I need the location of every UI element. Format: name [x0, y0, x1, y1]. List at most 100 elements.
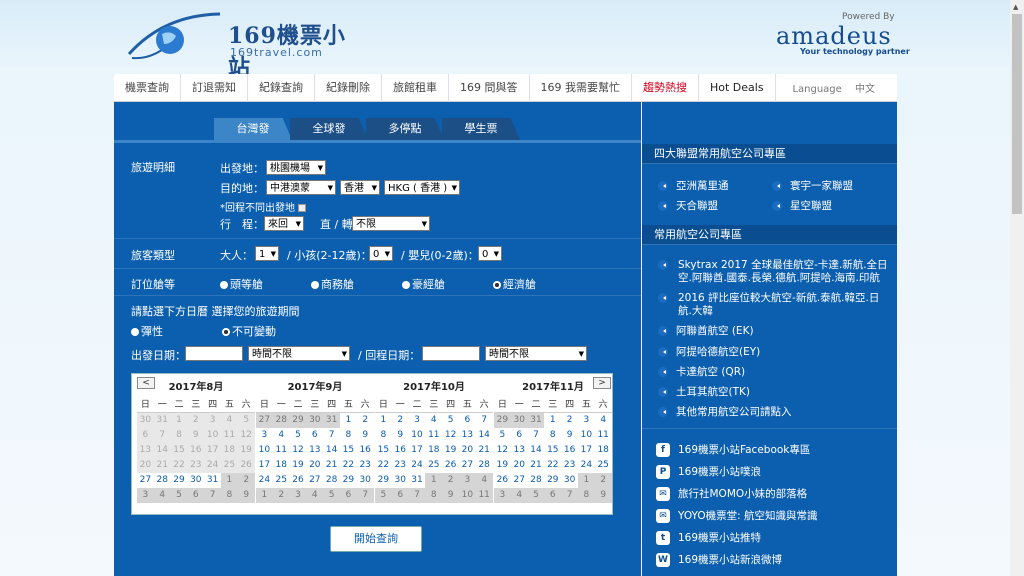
- calendar-day[interactable]: 13: [306, 443, 323, 458]
- calendar-day[interactable]: 12: [494, 443, 511, 458]
- calendar-day[interactable]: 3: [256, 428, 273, 443]
- social-link[interactable]: ✉ YOYO機票堂: 航空知識與常識: [656, 508, 818, 523]
- calendar-day[interactable]: 11: [425, 428, 442, 443]
- calendar-day[interactable]: 25: [425, 458, 442, 473]
- calendar-day[interactable]: 14: [476, 428, 493, 443]
- calendar-day[interactable]: 22: [340, 458, 357, 473]
- scroll-up-icon[interactable]: ▲: [1013, 3, 1018, 11]
- calendar-day[interactable]: 29: [544, 473, 561, 488]
- social-link[interactable]: f 169機票小站Facebook專區: [656, 442, 810, 457]
- calendar-day[interactable]: 8: [375, 428, 392, 443]
- calendar-day[interactable]: 30: [357, 473, 374, 488]
- calendar-day[interactable]: 5: [290, 428, 307, 443]
- calendar-day[interactable]: 3: [578, 413, 595, 428]
- calendar-day[interactable]: 4: [595, 413, 612, 428]
- calendar-day[interactable]: 17: [578, 443, 595, 458]
- calendar-day[interactable]: 9: [357, 428, 374, 443]
- class-business-radio[interactable]: [311, 281, 319, 289]
- calendar-day[interactable]: 19: [442, 443, 459, 458]
- calendar-day[interactable]: 30: [392, 473, 409, 488]
- nav-refund-info[interactable]: 訂退需知: [181, 73, 248, 102]
- calendar-day[interactable]: 15: [375, 443, 392, 458]
- calendar-day[interactable]: 18: [425, 443, 442, 458]
- flexible-radio[interactable]: [131, 328, 139, 336]
- nav-hot-deals[interactable]: Hot Deals: [699, 73, 776, 102]
- page-scrollbar[interactable]: ▲: [1010, 0, 1024, 576]
- calendar-day[interactable]: 10: [578, 428, 595, 443]
- calendar-day[interactable]: 18: [595, 443, 612, 458]
- alliance-item-skyteam[interactable]: 天合聯盟: [658, 198, 718, 213]
- alliance-item-asia-miles[interactable]: 亞洲萬里通: [658, 178, 729, 193]
- tab-multi-stop[interactable]: 多停點: [366, 118, 444, 140]
- infant-select[interactable]: 0: [478, 246, 502, 261]
- return-time-select[interactable]: 時間不限: [485, 346, 587, 361]
- calendar-day[interactable]: 24: [256, 473, 273, 488]
- child-select[interactable]: 0: [369, 246, 393, 261]
- calendar-day[interactable]: 13: [511, 443, 528, 458]
- calendar-day[interactable]: 16: [561, 443, 578, 458]
- calendar-day[interactable]: 16: [357, 443, 374, 458]
- calendar-day[interactable]: 22: [375, 458, 392, 473]
- calendar-day[interactable]: 14: [528, 443, 545, 458]
- social-link[interactable]: ✉ 旅行社MOMO小妹的部落格: [656, 486, 807, 501]
- calendar-day[interactable]: 28: [528, 473, 545, 488]
- dest-country-select[interactable]: 香港: [340, 180, 380, 195]
- calendar-day[interactable]: 18: [273, 458, 290, 473]
- calendar-day[interactable]: 26: [442, 458, 459, 473]
- calendar-day[interactable]: 27: [459, 458, 476, 473]
- calendar-day[interactable]: 20: [306, 458, 323, 473]
- language-value[interactable]: 中文: [855, 84, 875, 95]
- calendar-day[interactable]: 30: [187, 473, 204, 488]
- tab-global[interactable]: 全球發: [290, 118, 368, 140]
- class-economy[interactable]: 經濟艙: [493, 276, 536, 292]
- calendar-day[interactable]: 21: [323, 458, 340, 473]
- social-link[interactable]: P 169機票小站噗浪: [656, 464, 761, 479]
- calendar-day[interactable]: 19: [290, 458, 307, 473]
- calendar-day[interactable]: 4: [425, 413, 442, 428]
- nav-trending[interactable]: 趨勢熱搜: [632, 73, 699, 102]
- alliance-item-oneworld[interactable]: 寰宇一家聯盟: [772, 178, 853, 193]
- class-first[interactable]: 頭等艙: [220, 276, 263, 292]
- calendar-day[interactable]: 21: [528, 458, 545, 473]
- calendar-day[interactable]: 16: [392, 443, 409, 458]
- dest-region-select[interactable]: 中港澳蒙: [266, 180, 336, 195]
- class-business[interactable]: 商務艙: [311, 276, 354, 292]
- calendar-day[interactable]: 27: [137, 473, 154, 488]
- calendar-day[interactable]: 31: [409, 473, 426, 488]
- calendar-day[interactable]: 12: [442, 428, 459, 443]
- calendar-day[interactable]: 23: [561, 458, 578, 473]
- calendar-day[interactable]: 2: [561, 413, 578, 428]
- return-diff-checkbox[interactable]: [298, 204, 307, 212]
- calendar-day[interactable]: 26: [290, 473, 307, 488]
- tab-taiwan[interactable]: 台灣發: [214, 118, 292, 140]
- airline-item-other[interactable]: 其他常用航空公司請點入: [658, 404, 792, 419]
- return-diff-option[interactable]: *回程不同出發地: [220, 199, 307, 214]
- calendar-day[interactable]: 28: [154, 473, 171, 488]
- fixed-radio[interactable]: [222, 328, 230, 336]
- calendar-day[interactable]: 29: [375, 473, 392, 488]
- depart-select[interactable]: 桃園機場: [266, 160, 326, 175]
- fixed-option[interactable]: 不可變動: [222, 323, 276, 339]
- nav-record-search[interactable]: 紀錄查詢: [248, 73, 315, 102]
- calendar-day[interactable]: 11: [273, 443, 290, 458]
- social-link[interactable]: t 169機票小站推特: [656, 530, 761, 545]
- calendar-day[interactable]: 2: [357, 413, 374, 428]
- calendar-day[interactable]: 4: [273, 428, 290, 443]
- calendar-day[interactable]: 29: [171, 473, 188, 488]
- calendar-day[interactable]: 17: [409, 443, 426, 458]
- calendar-day[interactable]: 7: [323, 428, 340, 443]
- calendar-day[interactable]: 28: [323, 473, 340, 488]
- calendar-day[interactable]: 25: [595, 458, 612, 473]
- calendar-day[interactable]: 28: [476, 458, 493, 473]
- depart-time-select[interactable]: 時間不限: [248, 346, 350, 361]
- calendar-day[interactable]: 7: [476, 413, 493, 428]
- calendar-day[interactable]: 30: [561, 473, 578, 488]
- nav-hotel-car[interactable]: 旅館租車: [382, 73, 449, 102]
- calendar-day[interactable]: 7: [528, 428, 545, 443]
- airline-item-qr[interactable]: 卡達航空 (QR): [658, 364, 745, 379]
- airline-item-ey[interactable]: 阿提哈德航空(EY): [658, 344, 760, 359]
- calendar-day[interactable]: 21: [476, 443, 493, 458]
- calendar-day[interactable]: 24: [409, 458, 426, 473]
- calendar-day[interactable]: 12: [290, 443, 307, 458]
- class-premium[interactable]: 豪經艙: [402, 276, 445, 292]
